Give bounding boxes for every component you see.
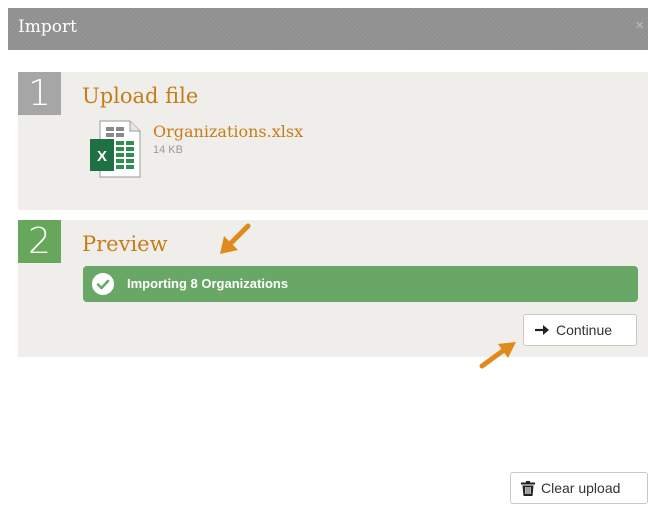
modal-header: Import × — [8, 8, 648, 50]
continue-label: Continue — [556, 322, 613, 338]
step-title: Preview — [82, 232, 168, 256]
import-status-bar: Importing 8 Organizations — [83, 266, 638, 302]
step-upload-file: 1 Upload file X Organizations.xlsx 14 KB — [18, 72, 648, 210]
excel-file-icon: X — [90, 120, 141, 178]
file-size: 14 KB — [153, 144, 183, 156]
annotation-arrow-icon — [479, 342, 516, 369]
annotation-arrow-icon — [220, 223, 251, 254]
clear-upload-button[interactable]: Clear upload — [510, 472, 648, 504]
close-icon[interactable]: × — [635, 17, 644, 34]
arrow-right-icon — [535, 325, 549, 335]
step-number: 1 — [18, 72, 61, 115]
step-title: Upload file — [82, 84, 199, 108]
continue-button[interactable]: Continue — [523, 314, 637, 346]
left-edge — [0, 0, 8, 508]
step-number: 2 — [18, 220, 61, 263]
svg-text:X: X — [97, 148, 107, 165]
modal-title: Import — [18, 17, 77, 37]
step-preview: 2 Preview Importing 8 Organizations Cont… — [18, 220, 648, 357]
trash-icon — [521, 480, 535, 496]
status-text: Importing 8 Organizations — [127, 276, 289, 291]
file-name-link[interactable]: Organizations.xlsx — [153, 122, 303, 141]
check-circle-icon — [92, 273, 114, 295]
screen: Import × 1 Upload file X Organizations.x… — [0, 0, 648, 508]
import-modal: Import × 1 Upload file X Organizations.x… — [8, 8, 648, 508]
clear-upload-label: Clear upload — [541, 480, 621, 496]
